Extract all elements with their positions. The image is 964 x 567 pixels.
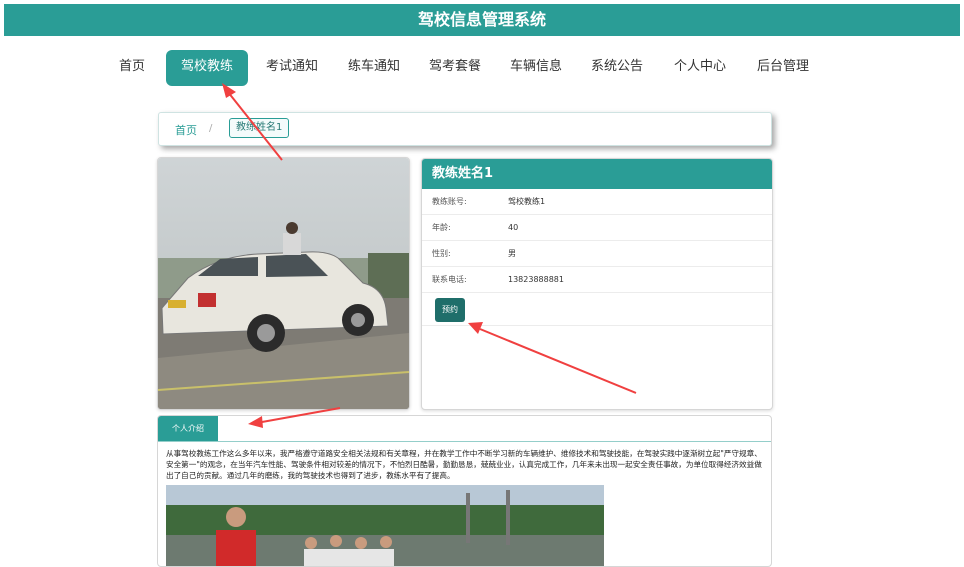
info-label: 年龄: bbox=[432, 223, 451, 232]
tab-intro[interactable]: 个人介绍 bbox=[158, 416, 218, 441]
info-label: 联系电话: bbox=[432, 275, 467, 284]
info-label: 性别: bbox=[432, 249, 451, 258]
info-row-phone: 联系电话: 13823888881 bbox=[422, 267, 772, 293]
divider bbox=[422, 325, 772, 326]
nav-item-coaches[interactable]: 驾校教练 bbox=[166, 50, 248, 86]
info-value: 男 bbox=[508, 249, 516, 258]
tab-underline bbox=[158, 441, 771, 442]
intro-card: 个人介绍 从事驾校教练工作这么多年以来，我严格遵守道路安全相关法规和有关章程，并… bbox=[157, 415, 772, 567]
nav-item-home[interactable]: 首页 bbox=[110, 50, 154, 86]
breadcrumb: 首页 / 教练姓名1 bbox=[158, 112, 772, 146]
info-value: 13823888881 bbox=[508, 275, 564, 284]
nav-item-packages[interactable]: 驾考套餐 bbox=[424, 50, 486, 86]
coach-car-image bbox=[158, 158, 409, 409]
coach-name-title: 教练姓名1 bbox=[422, 159, 772, 189]
app-title: 驾校信息管理系统 bbox=[417, 10, 546, 29]
info-row-age: 年龄: 40 bbox=[422, 215, 772, 241]
nav-item-vehicles[interactable]: 车辆信息 bbox=[505, 50, 567, 86]
coach-photo bbox=[157, 157, 410, 410]
group-photo-image bbox=[166, 485, 604, 566]
info-value: 40 bbox=[508, 223, 519, 232]
nav-item-profile[interactable]: 个人中心 bbox=[669, 50, 731, 86]
intro-text: 从事驾校教练工作这么多年以来，我严格遵守道路安全相关法规和有关章程，并在教学工作… bbox=[166, 449, 762, 480]
info-row-gender: 性别: 男 bbox=[422, 241, 772, 267]
app-header: 驾校信息管理系统 bbox=[4, 4, 960, 36]
breadcrumb-separator: / bbox=[209, 123, 213, 134]
nav-item-admin[interactable]: 后台管理 bbox=[752, 50, 814, 86]
info-value: 驾校教练1 bbox=[508, 197, 546, 206]
info-label: 教练账号: bbox=[432, 197, 467, 206]
book-button[interactable]: 预约 bbox=[435, 298, 465, 322]
coach-info-card: 教练姓名1 教练账号: 驾校教练1 年龄: 40 性别: 男 联系电话: 138… bbox=[421, 158, 773, 410]
breadcrumb-current: 教练姓名1 bbox=[229, 118, 290, 138]
nav-item-practice-notices[interactable]: 练车通知 bbox=[343, 50, 405, 86]
breadcrumb-home-link[interactable]: 首页 bbox=[175, 122, 197, 138]
intro-photo bbox=[166, 485, 604, 566]
nav-item-exam-notices[interactable]: 考试通知 bbox=[261, 50, 323, 86]
info-row-account: 教练账号: 驾校教练1 bbox=[422, 189, 772, 215]
main-nav: 首页 驾校教练 考试通知 练车通知 驾考套餐 车辆信息 系统公告 个人中心 后台… bbox=[0, 50, 964, 86]
nav-item-announcements[interactable]: 系统公告 bbox=[586, 50, 648, 86]
